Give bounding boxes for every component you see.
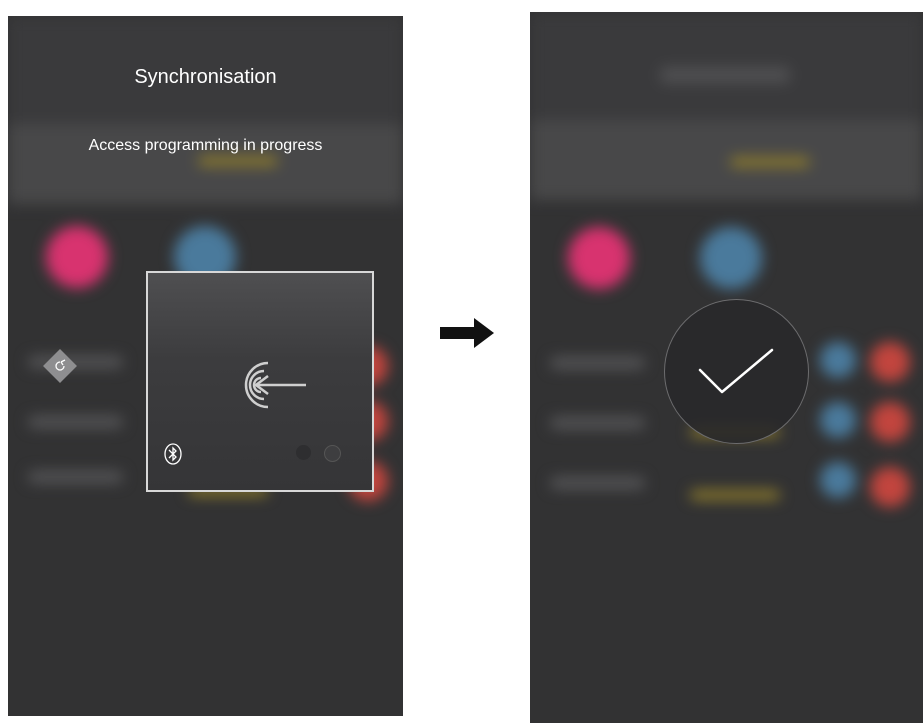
indicator-dot-1 [296,445,311,460]
bluetooth-icon [164,443,182,465]
indicator-dot-2 [324,445,341,462]
access-target-icon [244,361,306,409]
left-screen: Synchronisation Access programming in pr… [8,16,403,716]
checkmark-icon [698,348,774,394]
success-indicator [664,299,809,444]
right-arrow-icon [440,318,494,348]
sync-arrow-icon [48,354,72,378]
access-device-panel [146,271,374,492]
progress-message: Access programming in progress [88,137,323,154]
screen-title: Synchronisation [134,66,277,88]
right-screen [530,12,923,723]
